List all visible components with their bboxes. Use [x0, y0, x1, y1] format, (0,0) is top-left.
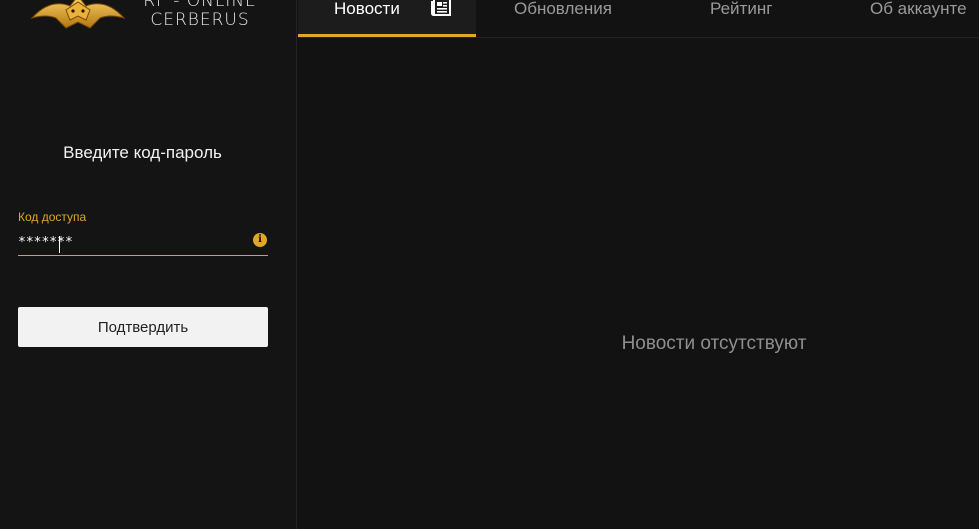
tab-account-label: Об аккаунте	[870, 0, 967, 18]
tab-news-label: Новости	[334, 0, 400, 18]
brand-logo-text: RF - ONLINE CERBERUS	[130, 0, 270, 30]
empty-news-message: Новости отсутствуют	[621, 333, 807, 354]
tab-news[interactable]: Новости	[298, 0, 476, 37]
confirm-button[interactable]: Подтвердить	[18, 307, 268, 347]
info-icon[interactable]: i	[253, 233, 267, 247]
top-tabs: Новости Обновления Рейтинг Об аккаунте	[298, 0, 979, 38]
cerberus-logo-icon	[30, 0, 126, 29]
tab-updates-label: Обновления	[514, 0, 612, 18]
brand-line-2: CERBERUS	[150, 10, 250, 30]
login-title: Введите код-пароль	[63, 143, 222, 162]
app-window: RF - ONLINE CERBERUS Введите код-пароль …	[0, 0, 979, 529]
access-code-label: Код доступа	[18, 210, 87, 224]
access-code-input[interactable]	[18, 232, 248, 252]
news-content: Новости отсутствуют	[298, 38, 979, 529]
tab-rating-label: Рейтинг	[710, 0, 773, 18]
text-caret	[59, 236, 60, 253]
tab-account[interactable]: Об аккаунте	[870, 0, 979, 37]
sidebar: RF - ONLINE CERBERUS Введите код-пароль …	[0, 0, 297, 529]
newspaper-icon	[431, 0, 451, 16]
access-code-field: i	[18, 230, 268, 256]
tab-rating[interactable]: Рейтинг	[710, 0, 810, 37]
tab-updates[interactable]: Обновления	[514, 0, 654, 37]
